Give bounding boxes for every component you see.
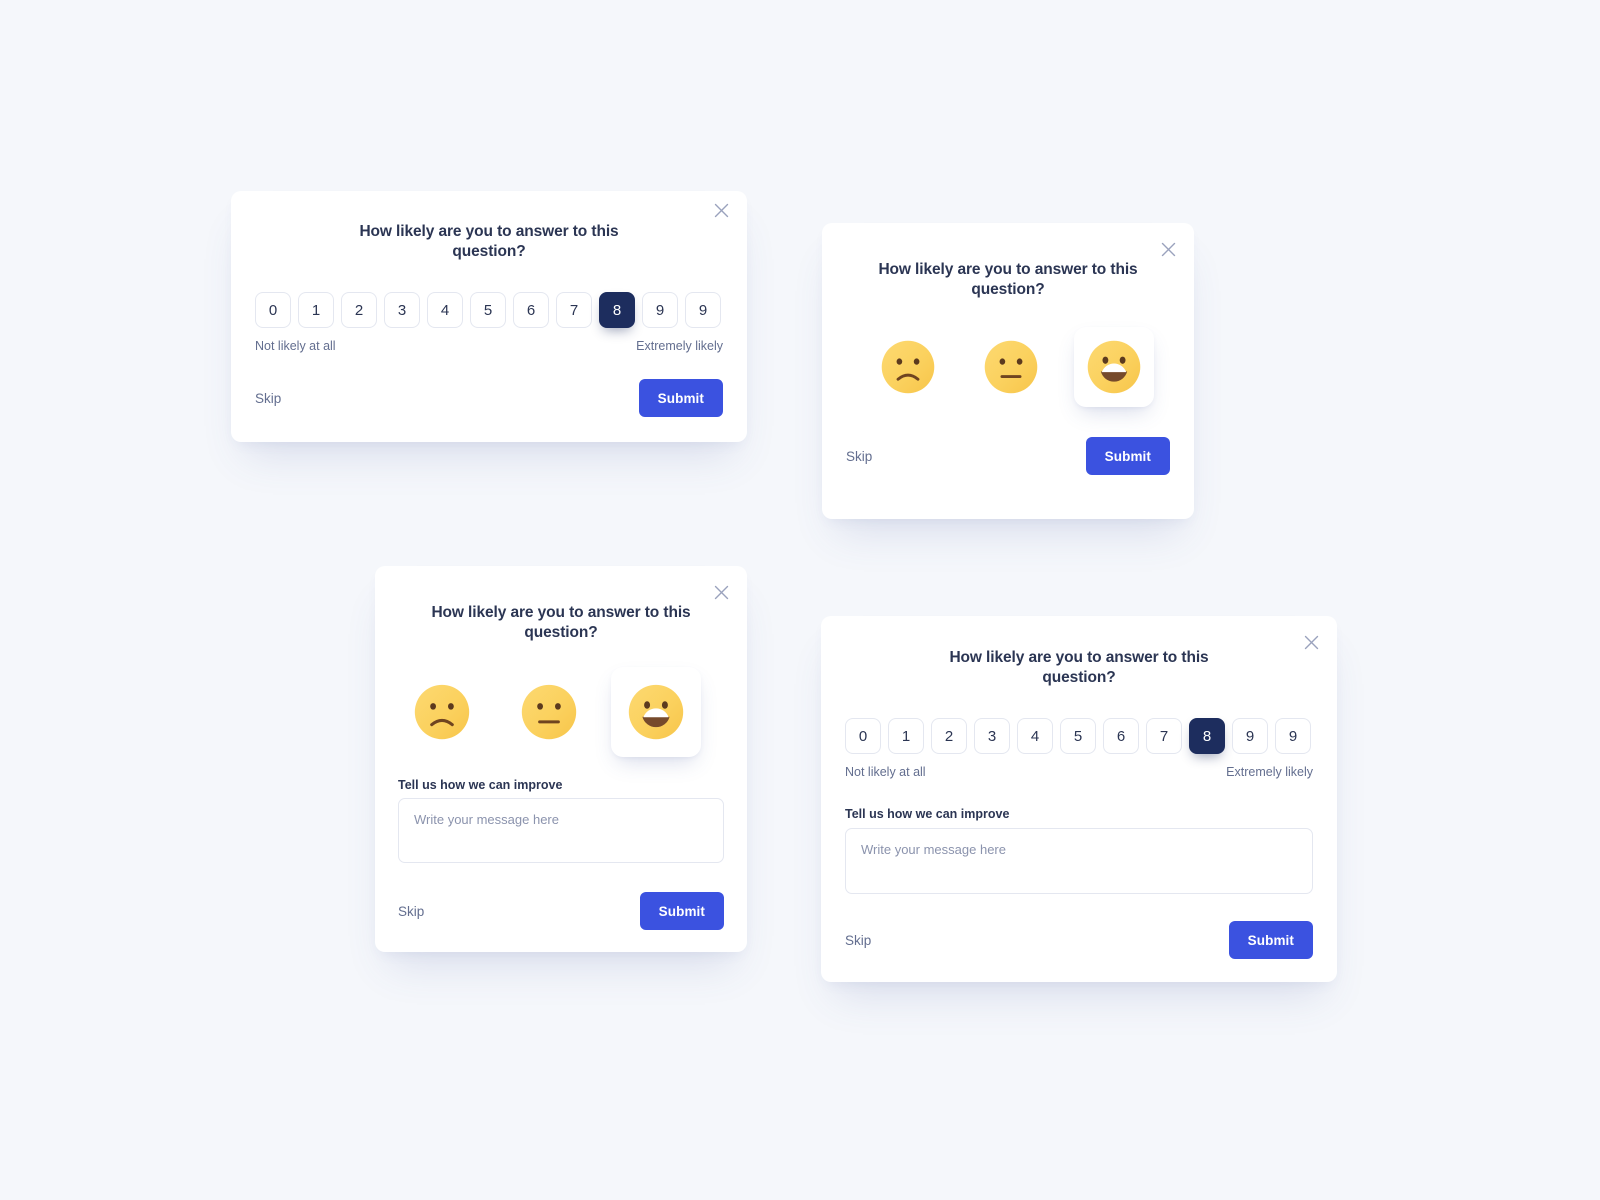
neutral-face-icon	[984, 340, 1038, 394]
submit-button[interactable]: Submit	[639, 892, 724, 930]
message-field-label: Tell us how we can improve	[845, 807, 1010, 821]
scale-button-1[interactable]: 1	[298, 292, 334, 328]
scale-button-6[interactable]: 6	[513, 292, 549, 328]
scale-button-5[interactable]: 5	[1060, 718, 1096, 754]
scale-button-3[interactable]: 3	[974, 718, 1010, 754]
scale-legend-high: Extremely likely	[1226, 765, 1313, 779]
scale-legend: Not likely at all Extremely likely	[845, 765, 1313, 779]
scale-button-9[interactable]: 9	[642, 292, 678, 328]
close-icon[interactable]	[708, 197, 734, 223]
card-footer: Skip Submit	[398, 892, 724, 930]
frowning-face-option[interactable]	[868, 327, 948, 407]
page-title: How likely are you to answer to this que…	[878, 261, 1138, 298]
rating-scale: 0 1 2 3 4 5 6 7 8 9 9	[255, 292, 721, 328]
grinning-face-icon	[1087, 340, 1141, 394]
nps-emoji-with-message-card: How likely are you to answer to this que…	[375, 566, 747, 952]
close-icon[interactable]	[708, 579, 734, 605]
scale-button-4[interactable]: 4	[427, 292, 463, 328]
skip-link[interactable]: Skip	[846, 449, 872, 464]
close-icon[interactable]	[1298, 629, 1324, 655]
card-footer: Skip Submit	[846, 437, 1170, 475]
survey-mockup-canvas: How likely are you to answer to this que…	[0, 0, 1600, 1200]
scale-legend: Not likely at all Extremely likely	[255, 339, 723, 353]
grinning-face-option-selected[interactable]	[611, 667, 701, 757]
grinning-face-icon	[628, 684, 684, 740]
scale-button-10[interactable]: 9	[685, 292, 721, 328]
scale-button-3[interactable]: 3	[384, 292, 420, 328]
scale-button-0[interactable]: 0	[255, 292, 291, 328]
scale-button-10[interactable]: 9	[1275, 718, 1311, 754]
neutral-face-option[interactable]	[504, 667, 594, 757]
rating-scale: 0 1 2 3 4 5 6 7 8 9 9	[845, 718, 1311, 754]
scale-legend-low: Not likely at all	[845, 765, 926, 779]
scale-button-9[interactable]: 9	[1232, 718, 1268, 754]
emoji-rating-group	[868, 327, 1154, 407]
message-field-wrapper	[845, 828, 1313, 894]
page-title: How likely are you to answer to this que…	[949, 649, 1209, 686]
card-footer: Skip Submit	[255, 379, 723, 417]
page-title: How likely are you to answer to this que…	[359, 223, 619, 260]
submit-button[interactable]: Submit	[638, 379, 723, 417]
skip-link[interactable]: Skip	[845, 933, 871, 948]
message-input[interactable]	[845, 828, 1313, 894]
frowning-face-icon	[881, 340, 935, 394]
card-footer: Skip Submit	[845, 921, 1313, 959]
nps-emoji-card: How likely are you to answer to this que…	[822, 223, 1194, 519]
scale-button-5[interactable]: 5	[470, 292, 506, 328]
scale-legend-high: Extremely likely	[636, 339, 723, 353]
scale-button-6[interactable]: 6	[1103, 718, 1139, 754]
scale-button-4[interactable]: 4	[1017, 718, 1053, 754]
scale-button-8-selected[interactable]: 8	[599, 292, 635, 328]
scale-button-7[interactable]: 7	[556, 292, 592, 328]
scale-button-0[interactable]: 0	[845, 718, 881, 754]
skip-link[interactable]: Skip	[255, 391, 281, 406]
message-input[interactable]	[398, 798, 724, 863]
page-title: How likely are you to answer to this que…	[431, 604, 691, 641]
scale-button-2[interactable]: 2	[341, 292, 377, 328]
message-field-wrapper	[398, 798, 724, 863]
scale-button-7[interactable]: 7	[1146, 718, 1182, 754]
scale-button-8-selected[interactable]: 8	[1189, 718, 1225, 754]
skip-link[interactable]: Skip	[398, 904, 424, 919]
frowning-face-icon	[414, 684, 470, 740]
emoji-rating-group	[397, 667, 701, 757]
frowning-face-option[interactable]	[397, 667, 487, 757]
nps-number-scale-card: How likely are you to answer to this que…	[231, 191, 747, 442]
close-icon[interactable]	[1155, 236, 1181, 262]
message-field-label: Tell us how we can improve	[398, 778, 563, 792]
scale-button-2[interactable]: 2	[931, 718, 967, 754]
scale-button-1[interactable]: 1	[888, 718, 924, 754]
grinning-face-option-selected[interactable]	[1074, 327, 1154, 407]
submit-button[interactable]: Submit	[1228, 921, 1313, 959]
neutral-face-option[interactable]	[971, 327, 1051, 407]
nps-number-scale-with-message-card: How likely are you to answer to this que…	[821, 616, 1337, 982]
neutral-face-icon	[521, 684, 577, 740]
scale-legend-low: Not likely at all	[255, 339, 336, 353]
submit-button[interactable]: Submit	[1085, 437, 1170, 475]
